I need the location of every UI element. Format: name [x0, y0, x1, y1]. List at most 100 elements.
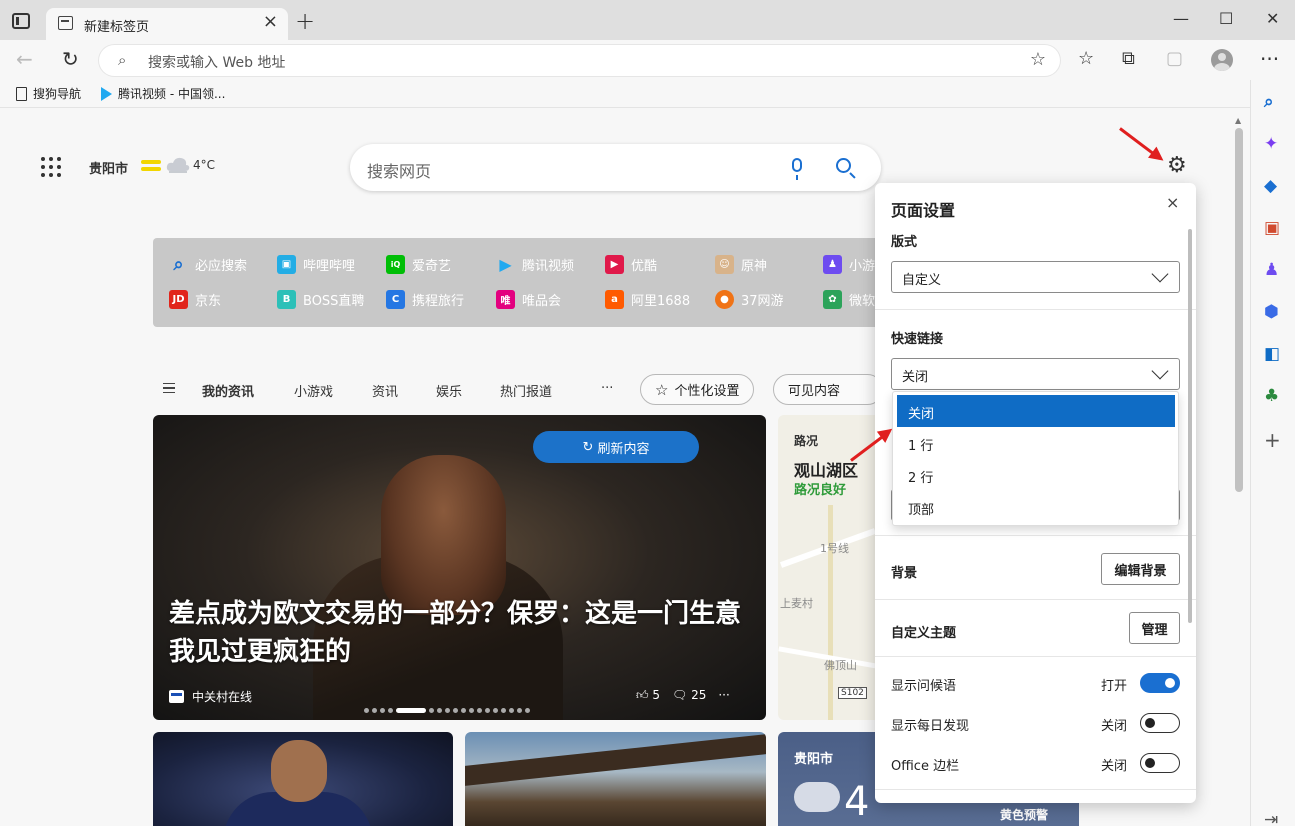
layout-select[interactable]: 自定义 [891, 261, 1180, 293]
quick-link[interactable]: ● 37网游 [715, 290, 784, 309]
personalize-button[interactable]: ☆ 个性化设置 [640, 374, 755, 405]
profile-avatar[interactable] [1211, 49, 1233, 71]
page-scrollbar[interactable]: ▲ [1232, 114, 1246, 826]
zol-logo-icon [169, 690, 184, 703]
maximize-button[interactable]: ☐ [1219, 9, 1233, 28]
close-window-button[interactable]: ✕ [1266, 9, 1279, 28]
nav-mini-games[interactable]: 小游戏 [294, 381, 333, 400]
nav-entertainment[interactable]: 娱乐 [436, 381, 462, 400]
quick-link[interactable]: ✿ 微软 [823, 290, 875, 309]
quick-link[interactable]: ▶ 腾讯视频 [496, 255, 574, 274]
bookmark-item[interactable]: 腾讯视频 - 中国领... [101, 85, 225, 102]
nav-news[interactable]: 资讯 [372, 381, 398, 400]
quick-link[interactable]: 唯唯品会 [496, 290, 561, 309]
quick-link[interactable]: ☺ 原神 [715, 255, 767, 274]
dropdown-option-1-row[interactable]: 1 行 [897, 427, 1175, 459]
haze-icon [141, 158, 161, 174]
tencent-video-icon: ▶ [499, 255, 512, 274]
shopping-tag-icon[interactable]: ◆ [1264, 176, 1277, 196]
news-card-building[interactable] [465, 732, 766, 826]
tab-new-tab[interactable]: 新建标签页 × [46, 8, 288, 40]
hero-news-card[interactable]: ↻ 刷新内容 差点成为欧文交易的一部分？保罗：这是一门生意 我见过更疯狂的 中关… [153, 415, 766, 720]
favorites-icon[interactable]: ☆ [1078, 48, 1094, 70]
nav-trending[interactable]: 热门报道 [500, 381, 552, 400]
manage-button[interactable]: 管理 [1129, 612, 1180, 644]
office-sidebar-toggle[interactable] [1140, 753, 1180, 773]
quick-link[interactable]: iQ 爱奇艺 [386, 255, 451, 274]
quick-link[interactable]: ⌕ 必应搜索 [169, 254, 247, 275]
tab-title: 新建标签页 [84, 20, 150, 35]
microphone-icon[interactable] [792, 158, 802, 180]
drop-tree-icon[interactable]: ♣ [1264, 386, 1279, 406]
quick-link[interactable]: C 携程旅行 [386, 290, 464, 309]
back-arrow-icon[interactable]: ← [16, 48, 33, 70]
scroll-up-arrow-icon[interactable]: ▲ [1235, 116, 1241, 125]
quick-link[interactable]: B BOSS直聘 [277, 290, 364, 309]
panel-scrollbar[interactable] [1188, 229, 1192, 623]
carousel-dots[interactable] [364, 708, 530, 713]
dropdown-option-off[interactable]: 关闭 [897, 395, 1175, 427]
quick-link[interactable]: a 阿里1688 [605, 290, 690, 309]
search-icon[interactable]: ⌕ [1264, 92, 1274, 112]
weather-city[interactable]: 贵阳市 [89, 158, 128, 177]
quick-links-dropdown: 关闭 1 行 2 行 顶部 [892, 391, 1179, 526]
traffic-card[interactable]: 路况 观山湖区 路况良好 1号线 上麦村 佛顶山 S102 [778, 415, 878, 720]
mini-games-icon: ♟ [823, 255, 842, 274]
games-icon[interactable]: ♟ [1264, 260, 1279, 280]
hero-headline[interactable]: 差点成为欧文交易的一部分？保罗：这是一门生意 我见过更疯狂的 [169, 595, 749, 671]
weather-warning[interactable]: 黄色预警 [1000, 806, 1048, 823]
edit-background-button[interactable]: 编辑背景 [1101, 553, 1180, 585]
close-tab-icon[interactable]: × [263, 13, 278, 31]
comment-button[interactable]: 🗨︎ 25 [672, 688, 706, 703]
extensions-icon[interactable]: ▢ [1166, 48, 1183, 70]
quick-link[interactable]: ▣ 哔哩哔哩 [277, 255, 355, 274]
search-placeholder: 搜索网页 [367, 162, 432, 181]
search-icon[interactable] [836, 158, 851, 173]
more-options-icon[interactable]: ··· [718, 688, 729, 703]
hamburger-menu-icon[interactable] [163, 383, 175, 393]
collections-icon[interactable]: ⧉ [1122, 48, 1135, 70]
quick-links-select[interactable]: 关闭 [891, 358, 1180, 390]
app-launcher-icon[interactable] [40, 156, 62, 178]
quick-link[interactable]: ♟ 小游 [823, 255, 875, 274]
boss-zhipin-icon: B [277, 290, 296, 309]
microsoft365-icon[interactable]: ⬢ [1264, 302, 1279, 322]
news-card-football[interactable] [153, 732, 453, 826]
visible-content-button[interactable]: 可见内容 [773, 374, 883, 405]
bilibili-icon: ▣ [277, 255, 296, 274]
more-menu-icon[interactable]: ··· [1260, 48, 1279, 70]
close-icon[interactable]: × [1166, 193, 1179, 212]
address-bar[interactable]: ⌕ 搜索或输入 Web 地址 ☆ [99, 45, 1060, 76]
new-tab-button[interactable]: + [295, 9, 315, 33]
greeting-toggle[interactable] [1140, 673, 1180, 693]
refresh-icon[interactable]: ↻ [62, 48, 79, 70]
web-search-box[interactable]: 搜索网页 [350, 144, 881, 191]
nav-my-feed[interactable]: 我的资讯 [202, 381, 254, 400]
hero-source[interactable]: 中关村在线 [169, 688, 252, 705]
quick-link[interactable]: ▶ 优酷 [605, 255, 657, 274]
chevron-down-icon [1151, 265, 1169, 283]
nav-more[interactable]: ··· [601, 381, 613, 396]
dropdown-option-top[interactable]: 顶部 [897, 491, 1175, 523]
outlook-icon[interactable]: ◧ [1264, 344, 1280, 364]
quick-link[interactable]: JD 京东 [169, 290, 221, 309]
bing-search-icon: ⌕ [173, 254, 184, 275]
daily-discovery-toggle[interactable] [1140, 713, 1180, 733]
refresh-content-button[interactable]: ↻ 刷新内容 [533, 431, 699, 463]
like-button[interactable]: 👍︎ 5 [636, 688, 660, 703]
road-sign: S102 [838, 687, 867, 699]
tools-briefcase-icon[interactable]: ▣ [1264, 218, 1280, 238]
scrollbar-thumb[interactable] [1235, 128, 1243, 492]
settings-gear-icon[interactable]: ⚙ [1167, 154, 1187, 178]
minimize-button[interactable]: — [1173, 9, 1189, 28]
copilot-sparkle-icon[interactable]: ✦ [1264, 134, 1278, 154]
background-label: 背景 [891, 566, 918, 581]
tab-actions-icon[interactable] [12, 13, 30, 29]
add-favorite-icon[interactable]: ☆ [1030, 49, 1046, 70]
bookmark-item[interactable]: 搜狗导航 [16, 85, 81, 102]
map-label: 上麦村 [780, 597, 813, 610]
sidebar-collapse-icon[interactable]: ⇥ [1264, 810, 1278, 826]
bookmark-label: 腾讯视频 - 中国领... [118, 87, 226, 101]
dropdown-option-2-rows[interactable]: 2 行 [897, 459, 1175, 491]
add-sidebar-app-icon[interactable]: + [1264, 430, 1281, 450]
